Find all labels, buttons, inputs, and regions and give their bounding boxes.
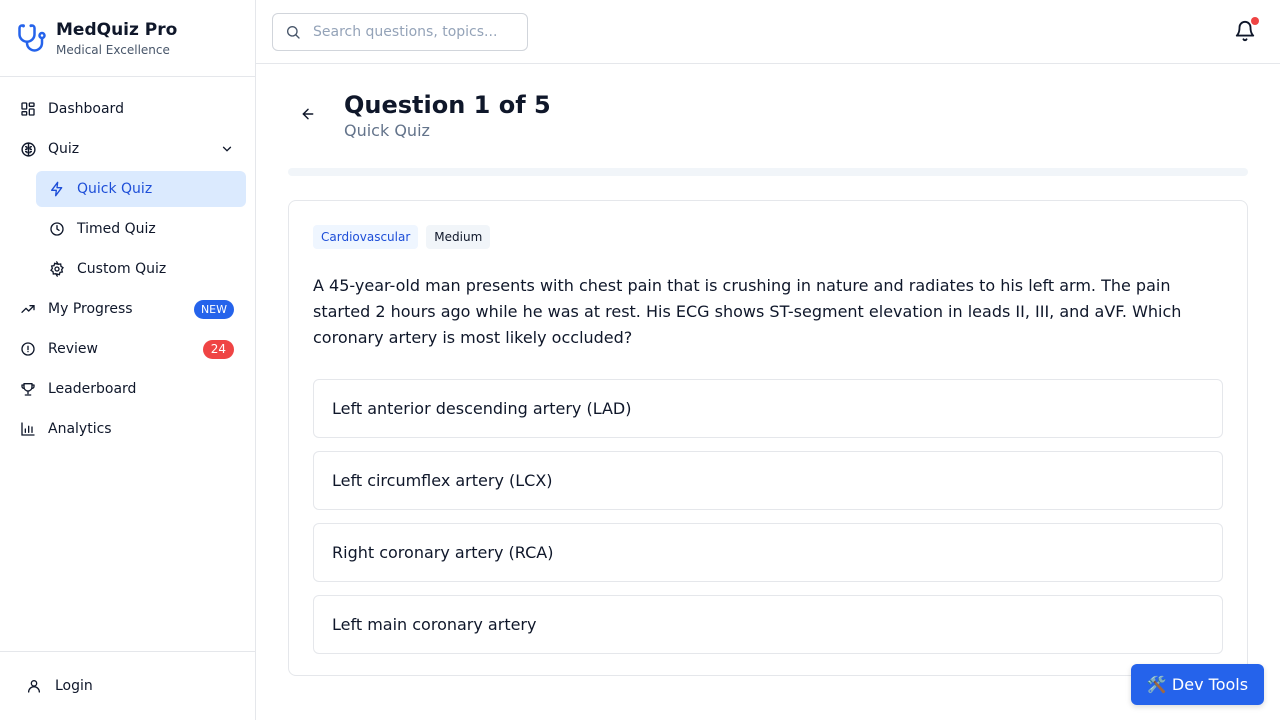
sidebar-nav: Dashboard Quiz Quick Quiz Timed Quiz Cus…	[0, 77, 255, 447]
page-subtitle: Quick Quiz	[344, 121, 430, 140]
dev-tools-button[interactable]: 🛠️ Dev Tools	[1131, 664, 1264, 705]
clock-icon	[48, 220, 66, 238]
answer-option[interactable]: Left anterior descending artery (LAD)	[313, 379, 1223, 438]
top-bar	[256, 0, 1280, 64]
arrow-left-icon	[300, 106, 316, 126]
bar-chart-icon	[19, 420, 37, 438]
answer-option[interactable]: Right coronary artery (RCA)	[313, 523, 1223, 582]
page-title: Question 1 of 5	[344, 91, 551, 119]
search-icon	[285, 24, 301, 40]
search-box[interactable]	[272, 13, 528, 51]
sidebar-item-label: Dashboard	[48, 101, 124, 117]
category-tag: Cardiovascular	[313, 225, 419, 249]
sidebar: MedQuiz Pro Medical Excellence Dashboard…	[0, 0, 256, 720]
question-text: A 45-year-old man presents with chest pa…	[313, 276, 1182, 347]
sidebar-item-label: Custom Quiz	[77, 261, 167, 277]
brain-icon	[19, 140, 37, 158]
alert-circle-icon	[19, 340, 37, 358]
quiz-progress-bar	[288, 168, 1248, 176]
dashboard-icon	[19, 100, 37, 118]
login-button[interactable]: Login	[0, 651, 255, 720]
sidebar-item-custom-quiz[interactable]: Custom Quiz	[36, 251, 246, 287]
sidebar-item-label: Leaderboard	[48, 381, 137, 397]
notifications-button[interactable]	[1234, 17, 1259, 46]
sidebar-item-label: Analytics	[48, 421, 112, 437]
sidebar-item-quick-quiz[interactable]: Quick Quiz	[36, 171, 246, 207]
brand[interactable]: MedQuiz Pro Medical Excellence	[0, 0, 255, 77]
brand-name: MedQuiz Pro	[56, 19, 178, 40]
gear-icon	[48, 260, 66, 278]
chevron-down-icon[interactable]	[220, 142, 234, 156]
sidebar-item-timed-quiz[interactable]: Timed Quiz	[36, 211, 246, 247]
question-header: Question 1 of 5 Quick Quiz	[288, 64, 1248, 168]
stethoscope-icon	[16, 22, 48, 54]
sidebar-item-quiz[interactable]: Quiz	[9, 131, 246, 167]
sidebar-item-review[interactable]: Review 24	[9, 331, 246, 367]
sidebar-item-analytics[interactable]: Analytics	[9, 411, 246, 447]
review-count-badge: 24	[202, 339, 234, 359]
bell-icon	[1234, 21, 1256, 46]
answer-options: Left anterior descending artery (LAD) Le…	[313, 379, 1223, 654]
new-badge: NEW	[193, 299, 234, 319]
zap-icon	[48, 180, 66, 198]
answer-option[interactable]: Left main coronary artery	[313, 595, 1223, 654]
sidebar-item-label: Quick Quiz	[77, 181, 153, 197]
answer-option[interactable]: Left circumflex artery (LCX)	[313, 451, 1223, 510]
user-icon	[26, 677, 44, 695]
question-tags: Cardiovascular Medium	[313, 225, 1223, 249]
trending-up-icon	[19, 300, 37, 318]
difficulty-tag: Medium	[426, 225, 491, 249]
login-label: Login	[55, 678, 93, 694]
brand-tagline: Medical Excellence	[56, 42, 170, 57]
sidebar-item-leaderboard[interactable]: Leaderboard	[9, 371, 246, 407]
sidebar-item-label: Timed Quiz	[77, 221, 156, 237]
main-content: Question 1 of 5 Quick Quiz Cardiovascula…	[288, 64, 1248, 676]
question-card: Cardiovascular Medium A 45-year-old man …	[288, 200, 1248, 676]
sidebar-item-label: Quiz	[48, 141, 80, 157]
back-button[interactable]	[288, 96, 328, 136]
notification-dot	[1251, 17, 1259, 25]
sidebar-item-dashboard[interactable]: Dashboard	[9, 91, 246, 127]
sidebar-item-label: My Progress	[48, 301, 133, 317]
trophy-icon	[19, 380, 37, 398]
sidebar-item-label: Review	[48, 341, 98, 357]
search-input[interactable]	[313, 24, 513, 40]
sidebar-item-my-progress[interactable]: My Progress NEW	[9, 291, 246, 327]
